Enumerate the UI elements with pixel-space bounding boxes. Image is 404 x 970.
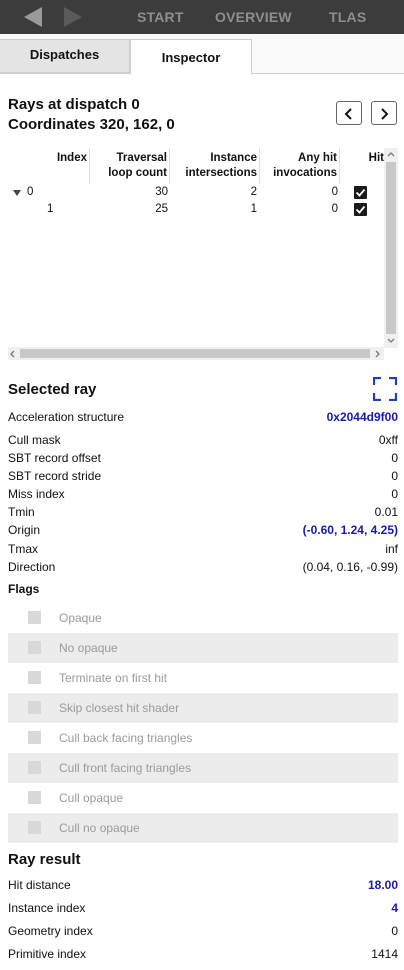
tab-tlas[interactable]: TLAS xyxy=(329,9,366,25)
flag-row-cull-back-facing: Cull back facing triangles xyxy=(8,723,398,753)
previous-ray-button[interactable] xyxy=(336,101,362,125)
prop-label: Tmin xyxy=(8,505,35,519)
flag-row-no-opaque: No opaque xyxy=(8,633,398,663)
tab-inspector[interactable]: Inspector xyxy=(130,39,252,75)
prop-value: 0 xyxy=(391,469,398,483)
tab-start[interactable]: START xyxy=(137,9,184,25)
focus-frame-icon[interactable] xyxy=(372,376,398,402)
rays-table: Index Traversal loop count Instance inters… xyxy=(8,148,398,362)
scroll-up-icon[interactable] xyxy=(387,152,395,157)
selected-ray-title: Selected ray xyxy=(8,381,97,398)
flag-label: Cull front facing triangles xyxy=(59,761,192,775)
column-header-instance[interactable]: Instance intersections xyxy=(170,148,257,184)
rays-coordinates-heading: Coordinates 320, 162, 0 xyxy=(8,116,175,133)
cell-traversal: 30 xyxy=(155,186,168,198)
prop-value: inf xyxy=(385,542,398,556)
origin-link[interactable]: (-0.60, 1.24, 4.25) xyxy=(303,523,398,537)
flag-checkbox xyxy=(28,641,41,654)
prop-value: (0.04, 0.16, -0.99) xyxy=(302,560,398,574)
scroll-down-icon[interactable] xyxy=(387,338,395,343)
flag-label: Cull no opaque xyxy=(59,821,140,835)
prop-value: 0 xyxy=(391,451,398,465)
prop-label: Origin xyxy=(8,523,41,537)
prop-label: SBT record offset xyxy=(8,451,101,465)
flag-row-cull-opaque: Cull opaque xyxy=(8,783,398,813)
prop-value: 0 xyxy=(391,487,398,501)
next-ray-button[interactable] xyxy=(371,101,397,125)
cell-traversal: 25 xyxy=(155,203,168,215)
pane-tab-bar: Dispatches Inspector xyxy=(0,34,404,75)
flag-label: No opaque xyxy=(59,641,118,655)
flag-checkbox xyxy=(28,731,41,744)
prop-label: Primitive index xyxy=(8,947,87,961)
prop-label: Instance index xyxy=(8,901,86,915)
prop-label: Acceleration structure xyxy=(8,410,125,424)
expand-triangle-icon[interactable] xyxy=(13,190,21,196)
acceleration-structure-link[interactable]: 0x2044d9f00 xyxy=(327,410,398,424)
prop-value: 1414 xyxy=(371,947,398,961)
prop-value: 0.01 xyxy=(374,505,398,519)
tab-overview[interactable]: OVERVIEW xyxy=(215,9,292,25)
cell-anyhit: 0 xyxy=(331,186,338,198)
top-navigation-bar: START OVERVIEW TLAS xyxy=(0,0,404,34)
flag-row-skip-closest-hit: Skip closest hit shader xyxy=(8,693,398,723)
cell-instance: 2 xyxy=(250,186,257,198)
flag-checkbox xyxy=(28,761,41,774)
table-horizontal-scrollbar[interactable] xyxy=(8,347,384,360)
prop-label: SBT record stride xyxy=(8,469,102,483)
ray-result-title: Ray result xyxy=(8,851,81,868)
flag-checkbox xyxy=(28,701,41,714)
rays-dispatch-heading: Rays at dispatch 0 xyxy=(8,96,140,113)
horizontal-scroll-thumb[interactable] xyxy=(20,349,370,358)
flag-row-terminate-on-first-hit: Terminate on first hit xyxy=(8,663,398,693)
chevron-right-icon xyxy=(381,108,389,120)
flags-title: Flags xyxy=(8,582,40,596)
cell-anyhit: 0 xyxy=(331,203,338,215)
tab-dispatches[interactable]: Dispatches xyxy=(0,39,130,73)
checkmark-icon xyxy=(355,188,366,197)
prop-value: 0xff xyxy=(378,433,398,447)
prop-value: 0 xyxy=(391,924,398,938)
flag-checkbox xyxy=(28,671,41,684)
vertical-scroll-thumb[interactable] xyxy=(386,162,396,334)
chevron-left-icon xyxy=(344,108,352,120)
flag-row-opaque: Opaque xyxy=(8,603,398,633)
cell-index: 0 xyxy=(27,186,34,198)
flag-checkbox xyxy=(28,821,41,834)
flag-row-cull-front-facing: Cull front facing triangles xyxy=(8,753,398,783)
prop-label: Geometry index xyxy=(8,924,93,938)
flag-label: Skip closest hit shader xyxy=(59,701,180,715)
table-vertical-scrollbar[interactable] xyxy=(384,148,398,348)
instance-index-link[interactable]: 4 xyxy=(391,901,398,915)
flag-row-cull-no-opaque: Cull no opaque xyxy=(8,813,398,843)
cell-instance: 1 xyxy=(250,203,257,215)
column-header-traversal[interactable]: Traversal loop count xyxy=(90,148,167,184)
flag-label: Cull back facing triangles xyxy=(59,731,193,745)
prop-label: Hit distance xyxy=(8,878,71,892)
hit-checkbox xyxy=(354,186,367,199)
prop-label: Tmax xyxy=(8,542,38,556)
hit-distance-value[interactable]: 18.00 xyxy=(368,878,398,892)
back-arrow-icon[interactable] xyxy=(22,7,44,27)
flag-checkbox xyxy=(28,791,41,804)
flag-label: Opaque xyxy=(59,611,102,625)
column-header-index[interactable]: Index xyxy=(8,148,87,184)
prop-label: Direction xyxy=(8,560,56,574)
rays-title: Rays at dispatch 0 Coordinates 320, 162,… xyxy=(8,95,175,135)
column-header-hit[interactable]: Hit xyxy=(348,148,384,184)
flag-label: Cull opaque xyxy=(59,791,124,805)
scroll-left-icon[interactable] xyxy=(10,350,15,358)
prop-label: Miss index xyxy=(8,487,65,501)
cell-index: 1 xyxy=(47,203,54,215)
forward-arrow-icon[interactable] xyxy=(62,7,84,27)
prop-label: Cull mask xyxy=(8,433,61,447)
flag-label: Terminate on first hit xyxy=(59,671,168,685)
flag-checkbox xyxy=(28,611,41,624)
scroll-right-icon[interactable] xyxy=(375,350,380,358)
hit-checkbox xyxy=(354,203,367,216)
checkmark-icon xyxy=(355,205,366,214)
column-header-anyhit[interactable]: Any hit invocations xyxy=(260,148,337,184)
